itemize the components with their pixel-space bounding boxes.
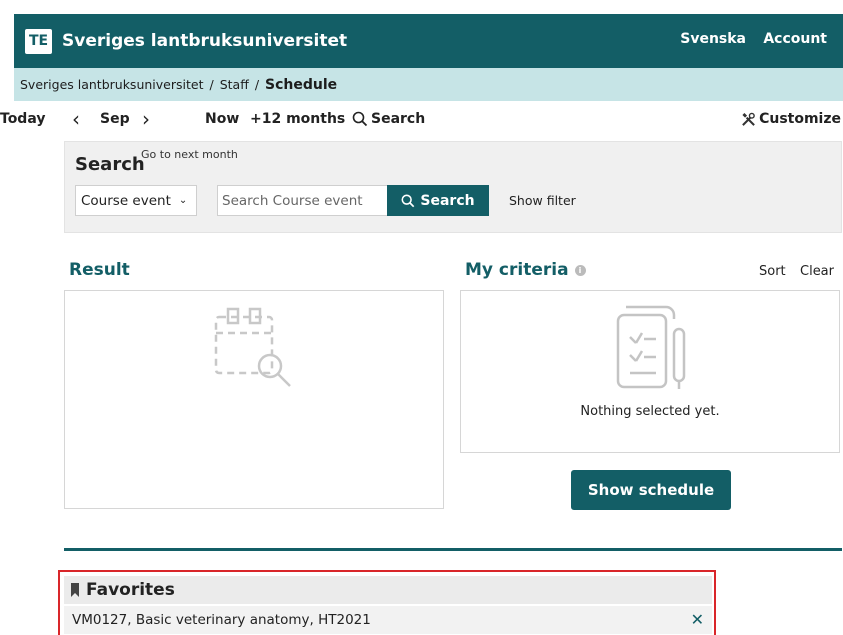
breadcrumb-item-staff[interactable]: Staff	[220, 77, 249, 92]
range-button[interactable]: +12 months	[250, 111, 345, 127]
search-button[interactable]: Search	[387, 185, 489, 216]
account-link[interactable]: Account	[763, 31, 827, 47]
favorites-panel: Favorites VM0127, Basic veterinary anato…	[58, 570, 716, 635]
next-month-tooltip: Go to next month	[141, 148, 238, 161]
object-type-select[interactable]: Course event ⌄	[75, 185, 197, 216]
criteria-title-label: My criteria	[465, 260, 569, 280]
empty-search-icon	[214, 307, 291, 387]
te-logo[interactable]: TE	[25, 28, 52, 54]
language-link[interactable]: Svenska	[680, 31, 746, 47]
month-label[interactable]: Sep	[100, 111, 130, 127]
breadcrumb-current: Schedule	[265, 76, 338, 93]
customize-button[interactable]: Customize	[741, 111, 841, 127]
search-panel: Search Go to next month Course event ⌄ S…	[64, 141, 842, 233]
criteria-panel: Nothing selected yet.	[460, 290, 840, 453]
search-button-label: Search	[420, 192, 475, 209]
search-input[interactable]: Search Course event	[217, 185, 387, 216]
toolbar: Today ‹ Sep › Now +12 months Search Cust…	[0, 107, 843, 134]
search-icon	[352, 111, 368, 127]
now-button[interactable]: Now	[205, 111, 239, 127]
bookmark-icon	[71, 583, 79, 597]
breadcrumb-separator: /	[254, 77, 260, 92]
previous-month-icon[interactable]: ‹	[72, 107, 80, 131]
search-title: Search	[75, 154, 145, 175]
customize-label: Customize	[759, 111, 841, 127]
empty-criteria-text: Nothing selected yet.	[580, 404, 720, 419]
sort-link[interactable]: Sort	[759, 264, 786, 279]
favorite-item-label[interactable]: VM0127, Basic veterinary anatomy, HT2021	[72, 612, 371, 628]
search-icon	[401, 194, 415, 207]
breadcrumb-separator: /	[209, 77, 214, 92]
today-button[interactable]: Today	[0, 111, 45, 127]
chevron-down-icon: ⌄	[178, 195, 188, 206]
favorites-header: Favorites	[64, 576, 712, 604]
show-schedule-button[interactable]: Show schedule	[571, 470, 731, 510]
object-type-value: Course event	[81, 192, 171, 209]
clear-link[interactable]: Clear	[800, 264, 834, 279]
app-title[interactable]: Sveriges lantbruksuniversitet	[62, 31, 347, 51]
info-icon[interactable]: i	[574, 264, 586, 276]
toolbar-search-button[interactable]: Search	[352, 111, 425, 127]
tools-icon	[742, 112, 755, 126]
result-title: Result	[69, 260, 130, 280]
breadcrumb-item-university[interactable]: Sveriges lantbruksuniversitet	[20, 77, 203, 92]
result-panel	[64, 290, 444, 509]
criteria-title: My criteria i	[465, 260, 586, 280]
toolbar-search-label: Search	[371, 111, 426, 127]
next-month-icon[interactable]: ›	[142, 107, 150, 131]
search-input-placeholder: Search Course event	[222, 192, 363, 209]
show-filter-link[interactable]: Show filter	[509, 193, 576, 208]
clipboard-icon	[616, 305, 686, 389]
favorites-title: Favorites	[86, 580, 175, 600]
favorite-item[interactable]: VM0127, Basic veterinary anatomy, HT2021…	[64, 606, 712, 634]
top-bar: TE Sveriges lantbruksuniversitet Svenska…	[14, 14, 843, 68]
breadcrumb: Sveriges lantbruksuniversitet / Staff / …	[14, 68, 843, 101]
section-divider	[64, 548, 842, 551]
close-icon[interactable]: ✕	[691, 610, 704, 629]
